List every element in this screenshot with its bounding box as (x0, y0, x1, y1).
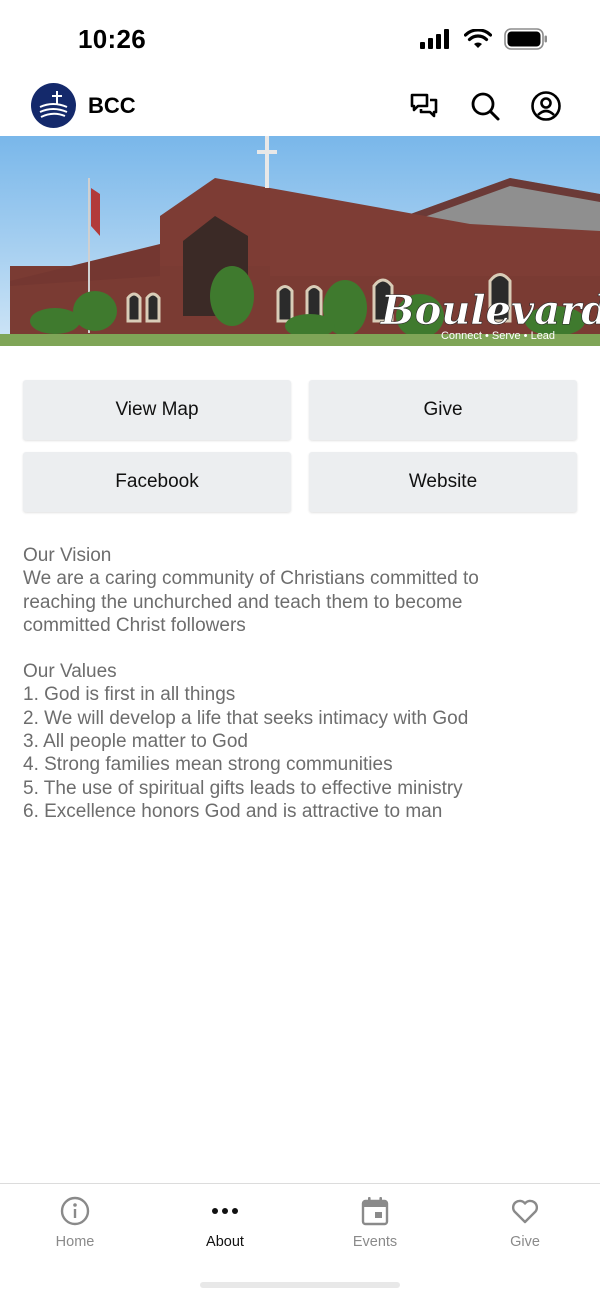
tab-label: Events (352, 1234, 398, 1250)
view-map-button[interactable]: View Map (23, 380, 291, 440)
vision-text-line: reaching the unchurched and teach them t… (23, 591, 463, 613)
wifi-icon (464, 29, 492, 48)
tab-label: About (206, 1234, 244, 1250)
heart-icon (510, 1196, 540, 1226)
vision-text-line: We are a caring community of Christians … (23, 568, 479, 590)
facebook-button[interactable]: Facebook (23, 452, 291, 512)
value-item: 5. The use of spiritual gifts leads to e… (23, 777, 463, 799)
vision-heading: Our Vision (23, 545, 112, 566)
website-button[interactable]: Website (309, 452, 577, 512)
tab-events[interactable]: Events (300, 1184, 450, 1264)
more-dots-icon (210, 1196, 240, 1226)
give-button[interactable]: Give (309, 380, 577, 440)
status-bar: 10:26 (0, 0, 600, 76)
value-item: 6. Excellence honors God and is attracti… (23, 800, 443, 822)
search-icon (471, 92, 500, 121)
app-header: BCC (0, 76, 600, 136)
tab-about[interactable]: About (150, 1184, 300, 1264)
tab-give[interactable]: Give (450, 1184, 600, 1264)
profile-button[interactable] (529, 89, 563, 123)
calendar-icon (360, 1196, 390, 1226)
value-item: 4. Strong families mean strong communiti… (23, 754, 393, 776)
tab-label: Home (55, 1234, 95, 1250)
about-content: Our Vision We are a caring community of … (23, 544, 583, 823)
chat-icon (410, 93, 438, 118)
vision-text-line: committed Christ followers (23, 614, 246, 636)
hero-tagline: Connect • Serve • Lead (441, 330, 555, 342)
value-item: 3. All people matter to God (23, 731, 248, 753)
hero-script-text: Boulevard (380, 287, 600, 334)
home-indicator (200, 1282, 400, 1288)
status-time: 10:26 (78, 24, 146, 54)
search-button[interactable] (468, 89, 502, 123)
battery-icon (504, 28, 547, 50)
tab-label: Give (510, 1234, 540, 1250)
app-title: BCC (88, 93, 136, 118)
value-item: 2. We will develop a life that seeks int… (23, 707, 469, 729)
church-logo (31, 83, 76, 128)
signal-icon (420, 29, 449, 49)
value-item: 1. God is first in all things (23, 684, 236, 706)
info-icon (60, 1196, 90, 1226)
status-icons (420, 28, 548, 50)
tab-home[interactable]: Home (0, 1184, 150, 1264)
chat-button[interactable] (407, 89, 441, 123)
values-heading: Our Values (23, 661, 117, 683)
user-circle-icon (531, 91, 561, 121)
church-banner-image: Boulevard Connect • Serve • Lead (0, 136, 600, 346)
